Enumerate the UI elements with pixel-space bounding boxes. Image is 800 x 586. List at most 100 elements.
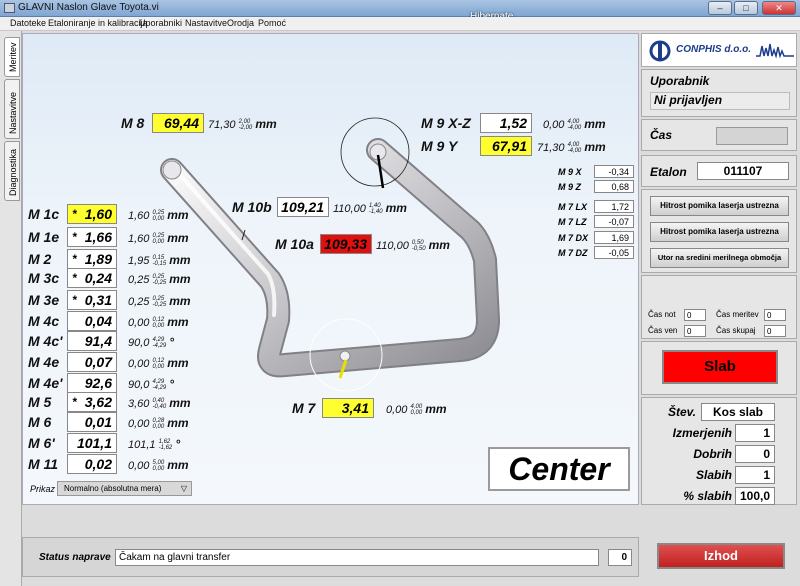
etalon-section: Etalon 011107 [641,155,797,187]
measurement-tolerance: 0,25 0,00 [152,233,165,246]
time-label: Čas [650,128,673,142]
aux-value: 1,72 [594,200,634,213]
minimize-button[interactable]: – [708,1,732,15]
critical-marker: * [72,395,77,409]
aux-label: M 7 DX [558,233,589,243]
measurement-tolerance: 0,25 -0,25 [152,296,167,309]
close-button[interactable]: ✕ [762,1,796,15]
right-panel: CONPHIS d.o.o. Uporabnik Ni prijavljen Č… [641,33,798,505]
aux-value: 0,68 [594,180,634,193]
tab-nastavitve[interactable]: Nastavitve [4,79,20,139]
measurement-nominal: 0,00 0,12 0,00 mm [128,356,189,371]
measurement-value: * 1,66 [67,227,117,247]
menu-bar: Datoteke Etaloniranje in kalibracija Upo… [0,17,800,31]
title-bar: GLAVNI Naslon Glave Toyota.vi – □ ✕ [0,0,800,17]
dobrih-label: Dobrih [693,447,732,461]
critical-marker: * [72,207,77,221]
aux-value: -0,05 [594,246,634,259]
exit-button[interactable]: Izhod [657,543,785,569]
cas-not-value[interactable]: 0 [684,309,706,321]
status-label: Status naprave [39,552,111,563]
measurement-nominal: 0,25 0,25 -0,25 mm [128,294,191,309]
aux-value: -0,07 [594,215,634,228]
cas-ven-label: Čas ven [648,326,678,335]
aux-value: -0,34 [594,165,634,178]
status-count: 0 [608,549,632,566]
stev-value: Kos slab [701,403,775,421]
menu-uporabniki[interactable]: Uporabniki [139,18,182,28]
side-tab-strip: Meritev Nastavitve Diagnostika [0,31,22,586]
measurement-nominal: 0,25 0,25 -0,25 mm [128,272,191,287]
cas-meritev-label: Čas meritev [716,310,759,319]
stev-label: Štev. [667,405,696,419]
cas-meritev-value[interactable]: 0 [764,309,786,321]
menu-etaloniranje[interactable]: Etaloniranje in kalibracija [48,18,148,28]
aux-label: M 9 X [558,167,582,177]
aux-value: 1,69 [594,231,634,244]
conphis-logo-icon [649,40,671,62]
window-title: GLAVNI Naslon Glave Toyota.vi [18,2,159,13]
menu-datoteke[interactable]: Datoteke [10,18,46,28]
user-section: Uporabnik Ni prijavljen [641,69,797,117]
m9y-value: 67,91 [480,136,532,156]
measurement-nominal: 0,00 0,28 0,00 mm [128,416,189,431]
aux-label: M 7 LZ [558,217,587,227]
bent-tube [160,138,500,378]
user-label: Uporabnik [650,74,710,88]
measurement-value: 0,07 [67,352,117,372]
measurement-value: * 1,60 [67,204,117,224]
m10a-label: M 10a [275,236,314,252]
slabih-label: Slabih [695,468,732,482]
m7-nominal: 0,00 4,00 0,00 mm [386,402,447,417]
result-indicator: Slab [662,350,778,384]
maximize-button[interactable]: □ [734,1,758,15]
measurement-tolerance: 5,00 0,00 [152,460,165,473]
laser-speed-button-1[interactable]: Hitrost pomika laserja ustrezna [650,196,789,216]
prikaz-dropdown[interactable]: Normalno (absolutna mera) ▽ [57,481,192,496]
cas-skupaj-label: Čas skupaj [716,326,756,335]
chevron-down-icon: ▽ [180,484,187,493]
aux-label: M 7 LX [558,202,588,212]
m10b-value: 109,21 [277,197,329,217]
groove-center-button[interactable]: Utor na sredini merilnega območja [650,248,789,268]
m8-tolerance: 2,00 -2,00 [238,119,253,132]
m7-label: M 7 [292,400,316,416]
measurement-tolerance: 0,40 -0,40 [152,398,167,411]
status-bar: Status naprave Čakam na glavni transfer … [22,537,639,577]
center-indicator: Center [488,447,630,491]
logo-box: CONPHIS d.o.o. [641,33,797,67]
prikaz-label: Prikaz [30,484,56,494]
measurement-value: * 1,89 [67,249,117,269]
measurement-nominal: 3,60 0,40 -0,40 mm [128,396,191,411]
m9xz-nominal: 0,00 4,00 -4,00 mm [543,117,606,132]
cas-ven-value[interactable]: 0 [684,325,706,337]
measurement-nominal: 1,60 0,25 0,00 mm [128,208,189,223]
m8-value: 69,44 [152,113,204,133]
measurement-value: 92,6 [67,373,117,393]
result-section: Slab [641,341,797,395]
m8-nominal: 71,30 2,00 -2,00 mm [208,117,277,132]
menu-orodja[interactable]: Orodja [227,18,254,28]
measurement-tolerance: 0,12 0,00 [152,358,165,371]
izmerjenih-value: 1 [735,424,775,442]
etalon-value: 011107 [697,162,789,180]
measurement-value: * 0,24 [67,268,117,288]
measurement-nominal: 0,00 5,00 0,00 mm [128,458,189,473]
measurement-tolerance: 0,25 0,00 [152,210,165,223]
menu-pomoc[interactable]: Pomoć [258,18,286,28]
measurement-value: 0,02 [67,454,117,474]
laser-speed-button-2[interactable]: Hitrost pomika laserja ustrezna [650,222,789,242]
aux-label: M 7 DZ [558,248,588,258]
measurement-tolerance: 0,15 -0,15 [152,255,167,268]
tab-diagnostika[interactable]: Diagnostika [4,141,20,201]
measurement-tolerance: 4,29 -4,29 [152,337,167,350]
measurement-value: * 0,31 [67,290,117,310]
m9y-nominal: 71,30 4,00 -4,00 mm [537,140,606,155]
tab-meritev[interactable]: Meritev [4,37,20,77]
status-value: Čakam na glavni transfer [115,549,599,566]
critical-marker: * [72,230,77,244]
cas-skupaj-value[interactable]: 0 [764,325,786,337]
measurement-nominal: 90,0 4,29 -4,29 ° [128,335,175,350]
menu-nastavitve[interactable]: Nastavitve [185,18,227,28]
time-section: Čas [641,119,797,151]
